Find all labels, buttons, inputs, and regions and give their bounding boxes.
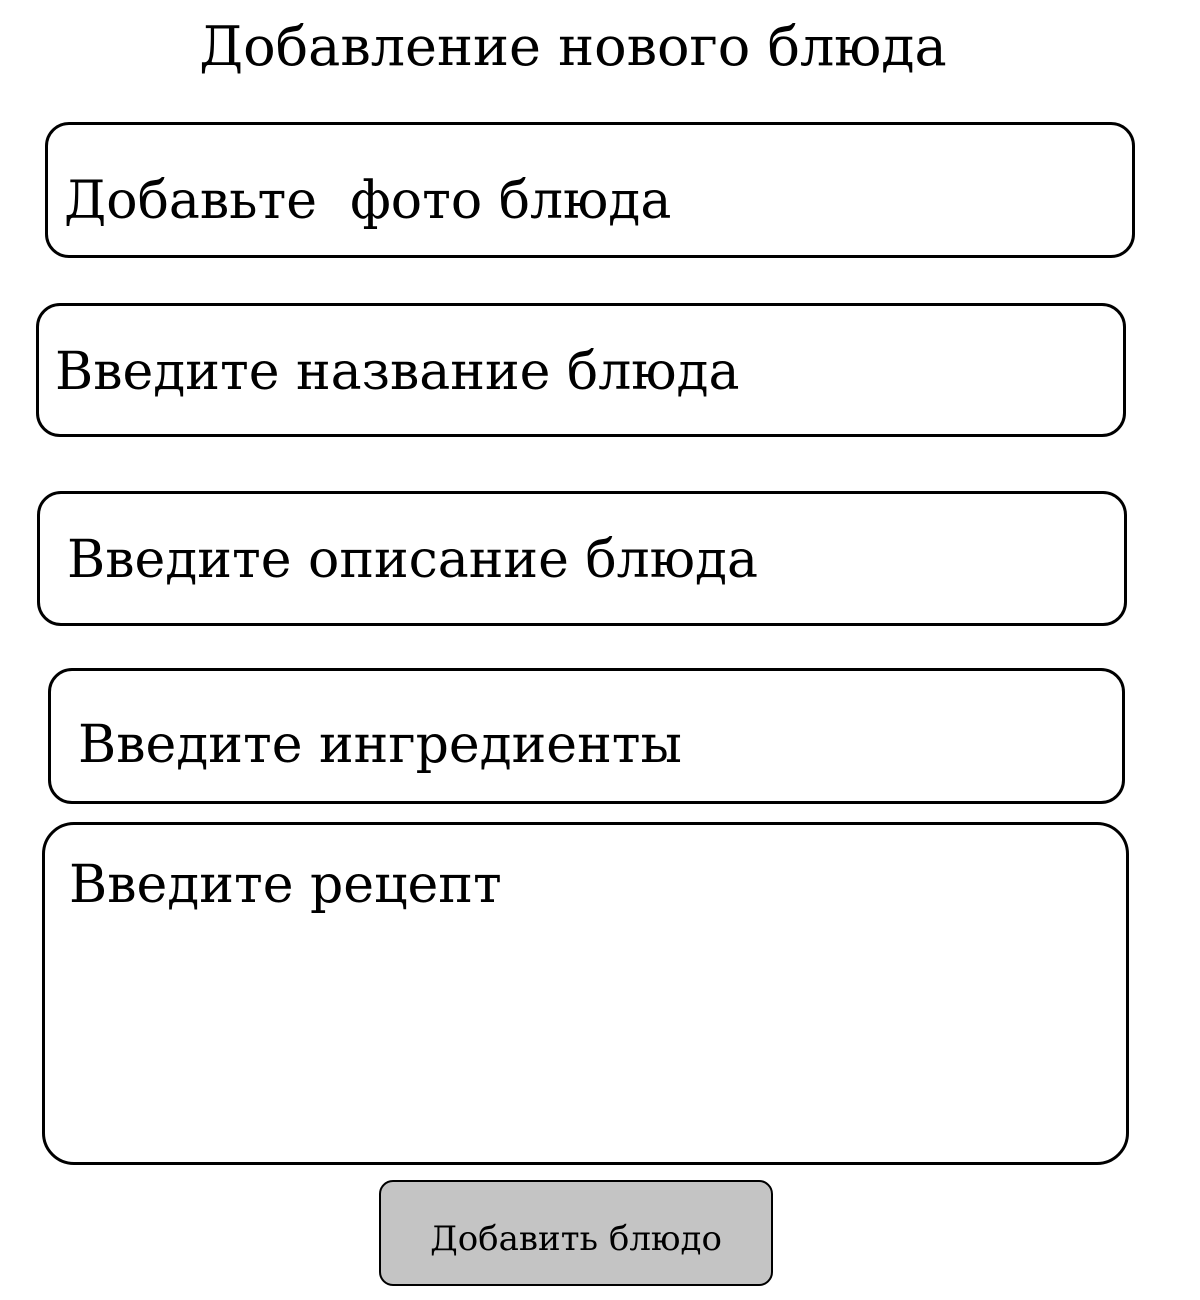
page-title: Добавление нового блюда	[199, 15, 947, 78]
add-photo-label: Добавьте фото блюда	[64, 171, 672, 231]
dish-description-input[interactable]: Введите описание блюда	[37, 491, 1127, 626]
ingredients-input[interactable]: Введите ингредиенты	[48, 668, 1125, 804]
ingredients-placeholder: Введите ингредиенты	[78, 715, 682, 775]
recipe-placeholder: Введите рецепт	[69, 855, 502, 915]
add-dish-button[interactable]: Добавить блюдо	[379, 1180, 773, 1286]
dish-name-input[interactable]: Введите название блюда	[36, 303, 1126, 437]
recipe-textarea[interactable]: Введите рецепт	[42, 822, 1129, 1165]
dish-description-placeholder: Введите описание блюда	[67, 530, 759, 590]
add-photo-field[interactable]: Добавьте фото блюда	[45, 122, 1135, 258]
dish-name-placeholder: Введите название блюда	[55, 342, 740, 402]
